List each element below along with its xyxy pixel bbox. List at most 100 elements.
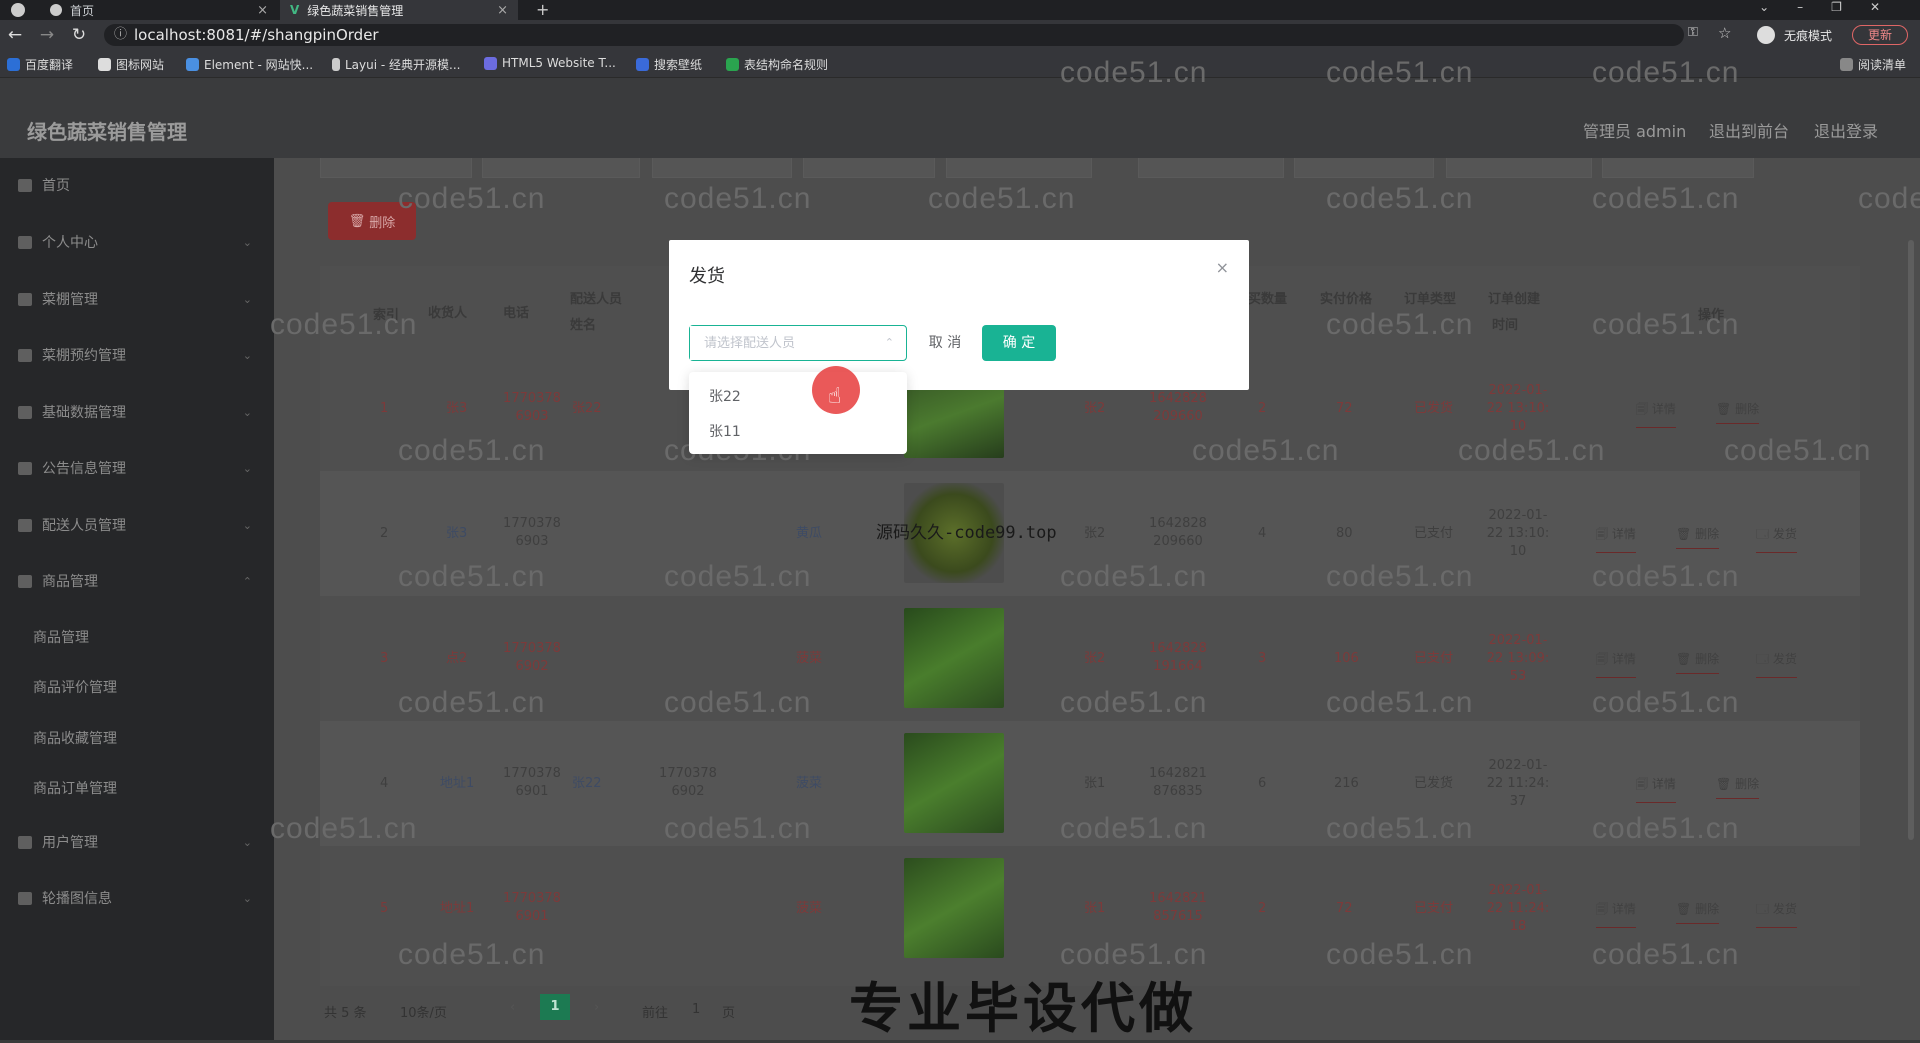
reading-list[interactable]: 阅读清单 <box>1840 56 1906 73</box>
ship-button[interactable]: 🗔 发货 <box>1756 525 1797 553</box>
bookmark-item[interactable]: HTML5 Website T... <box>484 56 616 70</box>
sidebar-sub-orders[interactable]: 商品订单管理 <box>33 778 117 798</box>
sidebar-item-booking[interactable]: 菜棚预约管理 ⌄ <box>0 335 274 375</box>
send-icon <box>18 348 32 362</box>
sidebar-item-users[interactable]: 用户管理 ⌄ <box>0 822 274 862</box>
pager-size-select[interactable]: 10条/页 <box>400 1002 447 1021</box>
delete-button[interactable]: 🗑 删除 <box>1676 900 1720 924</box>
delete-button[interactable]: 🗑 删除 <box>1716 400 1760 424</box>
col-price[interactable]: 实付价格 <box>1320 288 1372 307</box>
search-field[interactable] <box>1294 158 1434 178</box>
reload-icon[interactable]: ↻ <box>68 25 90 45</box>
cell-qty: 2 <box>1258 901 1267 916</box>
to-front-link[interactable]: 退出到前台 <box>1709 118 1789 142</box>
sidebar-item-profile[interactable]: 个人中心 ⌄ <box>0 222 274 262</box>
window-controls[interactable]: ⌄–❐✕ <box>1759 0 1908 14</box>
key-icon[interactable]: ⚿ <box>1688 25 1698 40</box>
cell-created: 2022-01- 22 13:10: 10 <box>1486 508 1550 559</box>
sidebar-item-notice[interactable]: 公告信息管理 ⌄ <box>0 448 274 488</box>
sidebar-sub-goods[interactable]: 商品管理 <box>33 627 89 647</box>
bookmark-item[interactable]: Element - 网站快... <box>186 56 313 73</box>
col-courier[interactable]: 配送人员 <box>570 288 622 307</box>
goods-icon <box>18 574 32 588</box>
pager-goto-input[interactable]: 1 <box>692 1002 700 1017</box>
detail-button[interactable]: 🗐 详情 <box>1636 775 1676 803</box>
browser-tab-home[interactable]: 首页 × <box>40 0 278 20</box>
detail-button[interactable]: 🗐 详情 <box>1596 650 1636 678</box>
sidebar-item-courier[interactable]: 配送人员管理 ⌄ <box>0 505 274 545</box>
sidebar-item-home[interactable]: 首页 <box>0 165 274 205</box>
star-icon[interactable]: ☆ <box>1718 24 1731 42</box>
col-type[interactable]: 订单类型 <box>1404 288 1456 307</box>
close-icon[interactable]: × <box>1216 258 1229 277</box>
col-qty[interactable]: 买数量 <box>1248 288 1287 307</box>
pager-current[interactable]: 1 <box>540 994 570 1020</box>
new-tab-icon[interactable]: + <box>536 0 549 19</box>
bookmark-item[interactable]: 百度翻译 <box>7 56 73 73</box>
cancel-button[interactable]: 取 消 <box>915 325 975 361</box>
bookmark-item[interactable]: Layui - 经典开源模... <box>332 56 460 73</box>
search-field[interactable] <box>1138 158 1284 178</box>
courier-select-input[interactable] <box>690 326 870 360</box>
scrollbar[interactable] <box>1908 240 1914 840</box>
ship-button[interactable]: 🗔 发货 <box>1756 650 1797 678</box>
sidebar-item-carousel[interactable]: 轮播图信息 ⌄ <box>0 878 274 918</box>
doc-icon: 🗐 <box>1636 777 1652 791</box>
cell-price: 72 <box>1336 901 1353 916</box>
courier-option[interactable]: 张22 <box>709 386 741 406</box>
back-icon[interactable]: ← <box>4 25 26 45</box>
sidebar-item-goods[interactable]: 商品管理 ⌃ <box>0 561 274 601</box>
delete-button[interactable]: 🗑 删除 <box>1716 775 1760 799</box>
search-field[interactable] <box>946 158 1092 178</box>
delete-button[interactable]: 🗑 删除 <box>1676 525 1720 549</box>
detail-button[interactable]: 🗐 详情 <box>1636 400 1676 428</box>
col-phone[interactable]: 电话 <box>503 302 529 321</box>
ship-button[interactable]: 🗔 发货 <box>1756 900 1797 928</box>
search-field[interactable] <box>803 158 935 178</box>
close-tab-icon[interactable]: × <box>497 3 508 18</box>
cell-courier: 张22 <box>572 776 602 791</box>
search-field[interactable] <box>652 158 792 178</box>
list-icon <box>18 891 32 905</box>
doc-icon: 🗐 <box>1636 402 1652 416</box>
detail-button[interactable]: 🗐 详情 <box>1596 525 1636 553</box>
search-field[interactable] <box>320 158 472 178</box>
cell-index: 2 <box>380 526 389 541</box>
url-text: localhost:8081/#/shangpinOrder <box>134 26 379 44</box>
browser-tab-app[interactable]: V 绿色蔬菜销售管理 × <box>280 0 518 20</box>
forward-icon[interactable]: → <box>36 25 58 45</box>
col-receiver[interactable]: 收货人 <box>428 302 467 321</box>
search-field[interactable] <box>1602 158 1754 178</box>
bookmark-item[interactable]: 图标网站 <box>98 56 164 73</box>
sidebar-sub-favorites[interactable]: 商品收藏管理 <box>33 728 117 748</box>
logout-link[interactable]: 退出登录 <box>1814 118 1878 142</box>
col-created[interactable]: 订单创建 <box>1488 288 1540 307</box>
detail-button[interactable]: 🗐 详情 <box>1596 900 1636 928</box>
pager-prev-icon[interactable]: ‹ <box>510 1000 515 1015</box>
search-field[interactable] <box>1446 158 1592 178</box>
watermark: code51.cn <box>1592 308 1740 341</box>
cell-price: 72 <box>1336 401 1353 416</box>
pager-next-icon[interactable]: › <box>594 1000 599 1015</box>
url-input[interactable]: ⓘ localhost:8081/#/shangpinOrder <box>104 24 1684 46</box>
cell-type: 已支付 <box>1414 901 1454 916</box>
confirm-button[interactable]: 确 定 <box>982 325 1056 361</box>
app-title: 绿色蔬菜销售管理 <box>27 120 187 144</box>
bookmark-item[interactable]: 搜索壁纸 <box>636 56 702 73</box>
close-tab-icon[interactable]: × <box>257 3 268 18</box>
chevron-up-icon: ⌃ <box>242 574 252 588</box>
delete-button[interactable]: 🗑 删除 <box>1676 650 1720 674</box>
update-button[interactable]: 更新 <box>1852 25 1908 45</box>
search-field[interactable] <box>482 158 640 178</box>
sidebar-sub-reviews[interactable]: 商品评价管理 <box>33 677 117 697</box>
courier-select[interactable]: ⌃ <box>689 325 907 361</box>
flag-icon <box>98 58 111 71</box>
chart-icon <box>18 518 32 532</box>
bookmark-item[interactable]: 表结构命名规则 <box>726 56 828 73</box>
doc-icon: 🗐 <box>1596 527 1612 541</box>
sidebar-item-greenhouse[interactable]: 菜棚管理 ⌄ <box>0 279 274 319</box>
watermark: code51.cn <box>1592 938 1740 971</box>
courier-option[interactable]: 张11 <box>709 421 741 441</box>
cell-type: 已发货 <box>1414 401 1454 416</box>
sidebar-item-basedata[interactable]: 基础数据管理 ⌄ <box>0 392 274 432</box>
